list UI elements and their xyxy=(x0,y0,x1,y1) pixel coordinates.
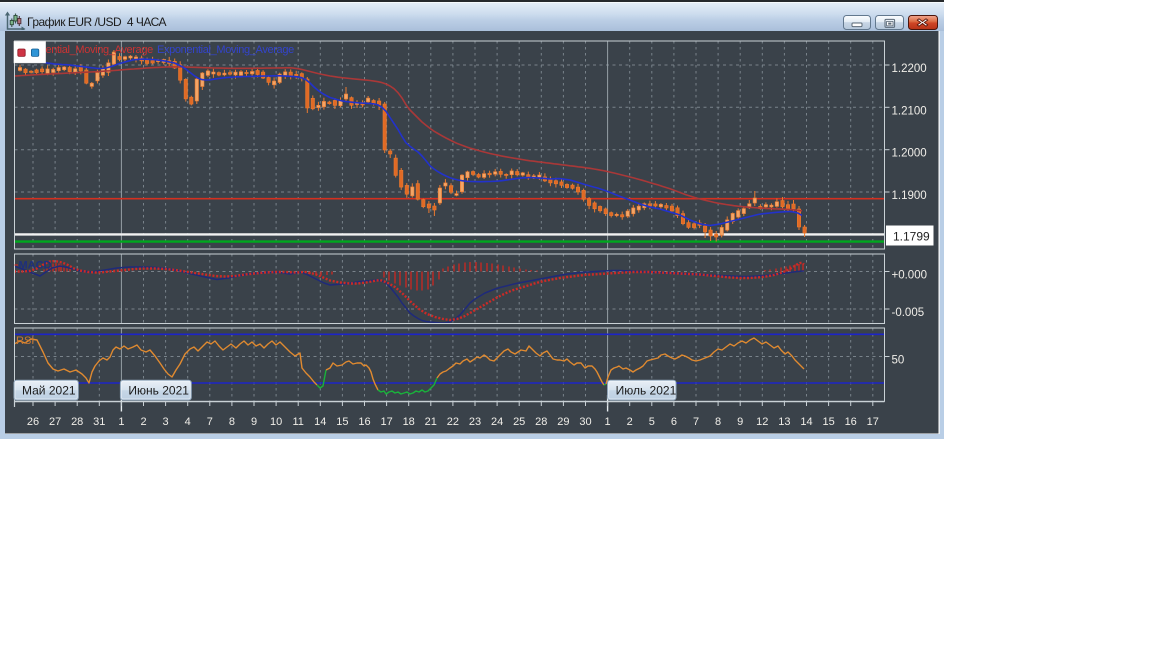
svg-text:Exponential_Moving_Average: Exponential_Moving_Average xyxy=(157,44,294,56)
svg-text:24: 24 xyxy=(491,416,503,428)
svg-text:Июль 2021: Июль 2021 xyxy=(616,384,677,398)
svg-text:13: 13 xyxy=(778,416,790,428)
svg-text:1.1900: 1.1900 xyxy=(892,190,927,202)
svg-text:15: 15 xyxy=(336,416,348,428)
svg-text:1.1799: 1.1799 xyxy=(893,230,930,244)
svg-text:1.2000: 1.2000 xyxy=(892,148,927,160)
svg-text:5: 5 xyxy=(649,416,655,428)
svg-text:9: 9 xyxy=(251,416,257,428)
svg-text:1.2200: 1.2200 xyxy=(892,63,927,75)
svg-text:9: 9 xyxy=(737,416,743,428)
svg-text:50: 50 xyxy=(892,355,905,367)
svg-text:22: 22 xyxy=(447,416,459,428)
svg-text:16: 16 xyxy=(358,416,370,428)
svg-text:17: 17 xyxy=(867,416,879,428)
svg-text:1: 1 xyxy=(605,416,611,428)
svg-text:6: 6 xyxy=(671,416,677,428)
svg-text:12: 12 xyxy=(756,416,768,428)
svg-text:7: 7 xyxy=(207,416,213,428)
svg-text:10: 10 xyxy=(270,416,282,428)
svg-text:MACD: MACD xyxy=(19,260,52,272)
svg-text:21: 21 xyxy=(425,416,437,428)
svg-text:15: 15 xyxy=(822,416,834,428)
svg-text:17: 17 xyxy=(380,416,392,428)
svg-text:Май 2021: Май 2021 xyxy=(22,384,76,398)
svg-text:14: 14 xyxy=(800,416,812,428)
svg-text:18: 18 xyxy=(403,416,415,428)
svg-text:31: 31 xyxy=(93,416,105,428)
svg-text:8: 8 xyxy=(229,416,235,428)
svg-text:3: 3 xyxy=(163,416,169,428)
svg-text:2: 2 xyxy=(627,416,633,428)
svg-text:2: 2 xyxy=(140,416,146,428)
svg-text:7: 7 xyxy=(693,416,699,428)
svg-text:4: 4 xyxy=(185,416,191,428)
svg-text:11: 11 xyxy=(292,416,303,428)
svg-text:27: 27 xyxy=(49,416,61,428)
svg-text:30: 30 xyxy=(579,416,591,428)
svg-text:1.2100: 1.2100 xyxy=(892,105,927,117)
svg-text:23: 23 xyxy=(469,416,481,428)
svg-text:16: 16 xyxy=(845,416,857,428)
svg-text:25: 25 xyxy=(513,416,525,428)
svg-text:26: 26 xyxy=(27,416,39,428)
svg-text:1: 1 xyxy=(118,416,124,428)
svg-text:+0.000: +0.000 xyxy=(892,270,928,282)
svg-text:8: 8 xyxy=(715,416,721,428)
svg-text:28: 28 xyxy=(535,416,547,428)
svg-text:-0.005: -0.005 xyxy=(892,307,925,319)
svg-text:14: 14 xyxy=(314,416,326,428)
svg-text:RSI: RSI xyxy=(16,335,34,347)
svg-text:28: 28 xyxy=(71,416,83,428)
svg-text:29: 29 xyxy=(557,416,569,428)
svg-text:Июнь 2021: Июнь 2021 xyxy=(128,384,189,398)
